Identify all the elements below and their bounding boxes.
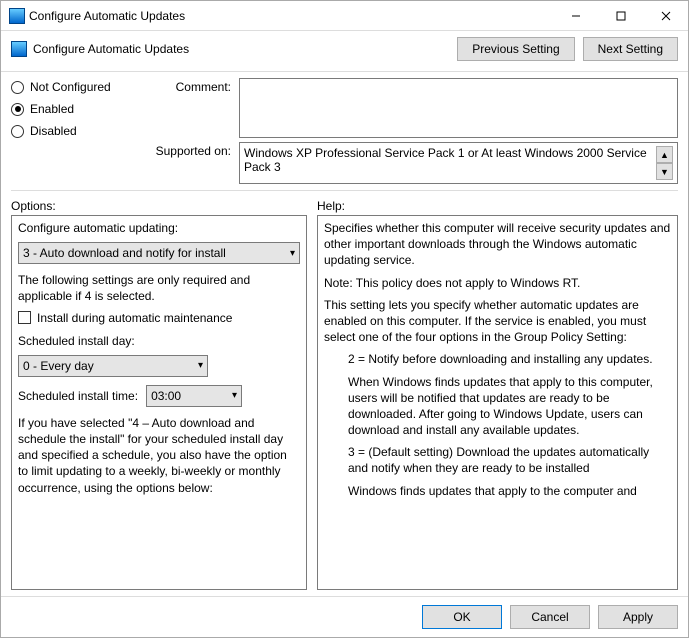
configure-updating-select[interactable]: 3 - Auto download and notify for install… — [18, 242, 300, 264]
select-value: 3 - Auto download and notify for install — [23, 246, 226, 260]
apply-button[interactable]: Apply — [598, 605, 678, 629]
radio-enabled[interactable]: Enabled — [11, 102, 131, 116]
next-setting-button[interactable]: Next Setting — [583, 37, 678, 61]
scroll-up-icon[interactable]: ▲ — [656, 146, 673, 163]
options-pane: Configure automatic updating: 3 - Auto d… — [11, 215, 307, 590]
config-row: Not Configured Enabled Disabled Comment:… — [1, 72, 688, 186]
select-value: 03:00 — [151, 389, 181, 403]
help-text: 3 = (Default setting) Download the updat… — [324, 444, 671, 476]
subheader: Configure Automatic Updates Previous Set… — [1, 31, 688, 72]
maximize-button[interactable] — [598, 1, 643, 31]
chevron-down-icon: ▾ — [232, 390, 237, 401]
checkbox-label: Install during automatic maintenance — [37, 311, 232, 325]
help-text: Specifies whether this computer will rec… — [324, 220, 671, 269]
radio-label: Not Configured — [30, 80, 111, 94]
help-text: Note: This policy does not apply to Wind… — [324, 275, 671, 291]
scroll-down-icon[interactable]: ▼ — [656, 163, 673, 180]
cancel-button[interactable]: Cancel — [510, 605, 590, 629]
comment-label: Comment: — [131, 78, 231, 94]
title-bar: Configure Automatic Updates — [1, 1, 688, 31]
help-pane: Specifies whether this computer will rec… — [317, 215, 678, 590]
install-maintenance-checkbox[interactable]: Install during automatic maintenance — [18, 311, 300, 325]
radio-label: Enabled — [30, 102, 74, 116]
previous-setting-button[interactable]: Previous Setting — [457, 37, 574, 61]
divider — [11, 190, 678, 191]
help-label: Help: — [317, 195, 678, 215]
help-text: 2 = Notify before downloading and instal… — [324, 351, 671, 367]
checkbox-icon — [18, 311, 31, 324]
options-note: The following settings are only required… — [18, 272, 300, 304]
minimize-button[interactable] — [553, 1, 598, 31]
radio-not-configured[interactable]: Not Configured — [11, 80, 131, 94]
chevron-down-icon: ▾ — [290, 248, 295, 259]
help-text: Windows finds updates that apply to the … — [324, 483, 671, 499]
supported-label: Supported on: — [131, 142, 231, 158]
help-text: When Windows finds updates that apply to… — [324, 374, 671, 439]
radio-icon — [11, 125, 24, 138]
chevron-down-icon: ▾ — [198, 360, 203, 371]
close-button[interactable] — [643, 1, 688, 31]
supported-on-box: Windows XP Professional Service Pack 1 o… — [239, 142, 678, 184]
radio-disabled[interactable]: Disabled — [11, 124, 131, 138]
help-text: This setting lets you specify whether au… — [324, 297, 671, 346]
footer: OK Cancel Apply — [1, 596, 688, 637]
select-value: 0 - Every day — [23, 359, 94, 373]
ok-button[interactable]: OK — [422, 605, 502, 629]
options-label: Options: — [11, 195, 307, 215]
policy-icon — [11, 41, 27, 57]
sched-day-select[interactable]: 0 - Every day ▾ — [18, 355, 208, 377]
supported-on-text: Windows XP Professional Service Pack 1 o… — [244, 146, 656, 174]
sched-time-select[interactable]: 03:00 ▾ — [146, 385, 242, 407]
sched-time-label: Scheduled install time: — [18, 389, 138, 403]
configure-updating-label: Configure automatic updating: — [18, 220, 300, 236]
subheader-title: Configure Automatic Updates — [33, 42, 189, 56]
app-icon — [9, 8, 25, 24]
radio-label: Disabled — [30, 124, 77, 138]
radio-icon — [11, 81, 24, 94]
window-title: Configure Automatic Updates — [25, 9, 553, 23]
comment-input[interactable] — [239, 78, 678, 138]
sched-day-label: Scheduled install day: — [18, 333, 300, 349]
options-footnote: If you have selected "4 – Auto download … — [18, 415, 300, 496]
radio-icon — [11, 103, 24, 116]
